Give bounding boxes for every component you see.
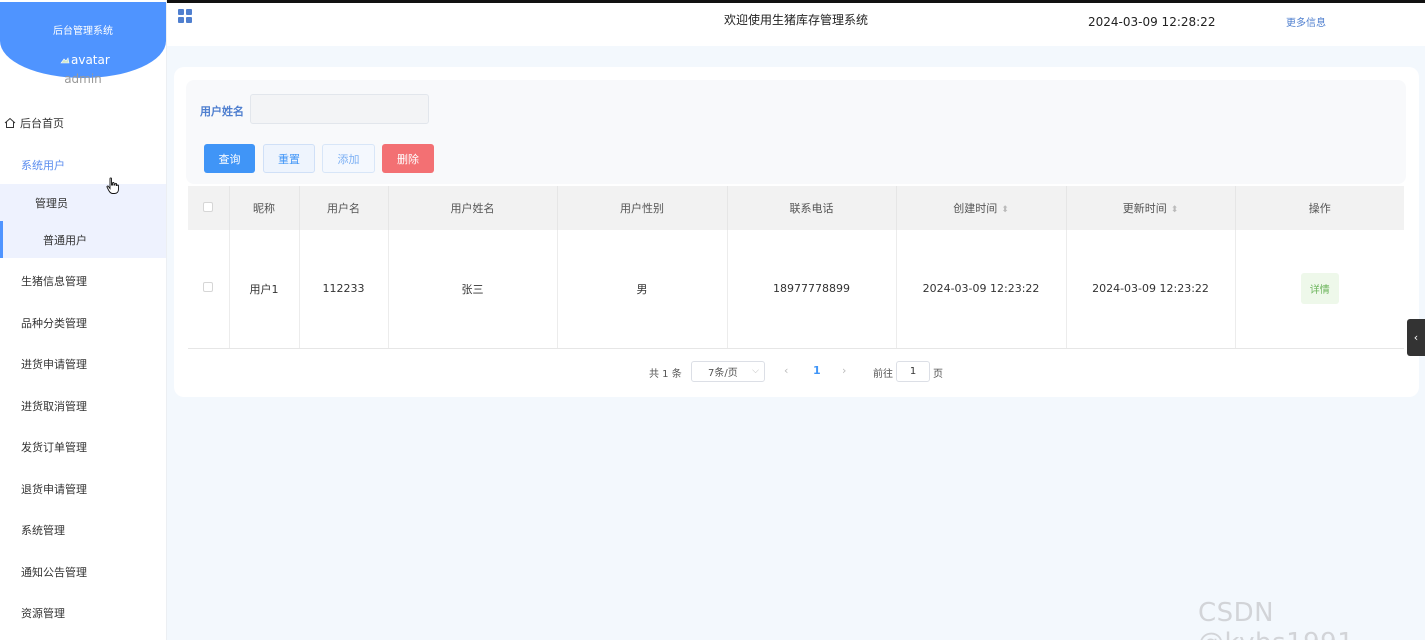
sidebar-item-home-label: 后台首页 bbox=[20, 117, 64, 130]
home-icon bbox=[4, 117, 16, 128]
pagination-total: 共 1 条 bbox=[649, 369, 682, 380]
chevron-down-icon: ⌵ bbox=[752, 366, 759, 376]
sidebar-item-breed-category[interactable]: 品种分类管理 bbox=[21, 315, 87, 331]
sidebar-item-admin-label: 管理员 bbox=[35, 196, 68, 210]
select-all-checkbox[interactable] bbox=[203, 201, 214, 212]
column-header-gender: 用户性别 bbox=[557, 186, 728, 230]
page-size-value: 7条/页 bbox=[708, 368, 738, 379]
sidebar-item-normal-users[interactable]: 普通用户 bbox=[0, 221, 166, 258]
system-title: 后台管理系统 bbox=[53, 26, 113, 37]
page-title: 欢迎使用生猪库存管理系统 bbox=[724, 13, 869, 27]
more-info-link[interactable]: 更多信息 bbox=[1286, 14, 1326, 29]
sidebar-item-admin[interactable]: 管理员 bbox=[0, 184, 166, 221]
table-header-row: 昵称 用户名 用户姓名 用户性别 联系电话 创建时间 ⬍ 更新时间 ⬍ 操作 bbox=[188, 186, 1404, 230]
cell-realname: 张三 bbox=[388, 230, 558, 349]
sidebar-item-purchase-request[interactable]: 进货申请管理 bbox=[21, 356, 87, 372]
cell-created: 2024-03-09 12:23:22 bbox=[896, 230, 1067, 349]
sidebar-item-purchase-cancel[interactable]: 进货取消管理 bbox=[21, 398, 87, 414]
delete-button[interactable]: 删除 bbox=[382, 144, 434, 173]
avatar[interactable]: avatar bbox=[60, 53, 110, 67]
goto-page-input[interactable]: 1 bbox=[896, 361, 930, 382]
cell-nickname: 用户1 bbox=[229, 230, 300, 349]
avatar-alt-text: avatar bbox=[71, 53, 110, 67]
sidebar-item-pig-info[interactable]: 生猪信息管理 bbox=[21, 273, 87, 289]
sidebar-item-system-users[interactable]: 系统用户 bbox=[21, 157, 65, 173]
prev-page-button[interactable]: ‹ bbox=[784, 364, 788, 377]
column-header-nickname: 昵称 bbox=[229, 186, 300, 230]
sidebar-item-system-management[interactable]: 系统管理 bbox=[21, 522, 65, 538]
column-header-updated-label: 更新时间 bbox=[1122, 202, 1167, 215]
cell-actions: 详情 bbox=[1235, 230, 1404, 349]
sidebar-header: 后台管理系统 avatar admin bbox=[0, 2, 166, 86]
table-row: 用户1 112233 张三 男 18977778899 2024-03-09 1… bbox=[188, 230, 1404, 349]
column-header-phone: 联系电话 bbox=[727, 186, 897, 230]
detail-button[interactable]: 详情 bbox=[1300, 273, 1339, 305]
query-button[interactable]: 查询 bbox=[204, 144, 255, 173]
broken-image-icon bbox=[60, 57, 70, 64]
sort-icon[interactable]: ⬍ bbox=[1001, 205, 1009, 215]
sidebar: 后台管理系统 avatar admin 后台首页 系统用户 管理员 普通用户 生… bbox=[0, 0, 167, 640]
reset-button[interactable]: 重置 bbox=[263, 144, 315, 173]
chevron-left-icon: ‹ bbox=[1413, 331, 1419, 344]
sidebar-item-resources[interactable]: 资源管理 bbox=[21, 605, 65, 621]
select-all-cell bbox=[188, 186, 230, 230]
cell-username: 112233 bbox=[299, 230, 389, 349]
sidebar-item-home[interactable]: 后台首页 bbox=[4, 115, 64, 131]
sidebar-item-shipping-orders[interactable]: 发货订单管理 bbox=[21, 439, 87, 455]
sort-icon[interactable]: ⬍ bbox=[1171, 205, 1179, 215]
hand-cursor-icon bbox=[106, 177, 119, 194]
column-header-realname: 用户姓名 bbox=[388, 186, 558, 230]
goto-prefix: 前往 bbox=[873, 369, 893, 380]
grid-menu-icon[interactable] bbox=[177, 8, 193, 24]
cell-gender: 男 bbox=[557, 230, 728, 349]
cell-phone: 18977778899 bbox=[727, 230, 897, 349]
column-header-created-label: 创建时间 bbox=[953, 202, 998, 215]
row-checkbox[interactable] bbox=[203, 282, 214, 293]
watermark: CSDN @kybs1991 bbox=[1198, 598, 1354, 640]
column-header-username: 用户名 bbox=[299, 186, 389, 230]
admin-username: admin bbox=[64, 72, 102, 86]
column-header-updated[interactable]: 更新时间 ⬍ bbox=[1066, 186, 1236, 230]
column-header-created[interactable]: 创建时间 ⬍ bbox=[896, 186, 1067, 230]
users-table: 昵称 用户名 用户姓名 用户性别 联系电话 创建时间 ⬍ 更新时间 ⬍ 操作 用户1… bbox=[188, 186, 1404, 349]
column-header-actions: 操作 bbox=[1235, 186, 1404, 230]
current-datetime: 2024-03-09 12:28:22 bbox=[1088, 15, 1216, 29]
sidebar-item-announcements[interactable]: 通知公告管理 bbox=[21, 564, 87, 580]
next-page-button[interactable]: › bbox=[842, 364, 846, 377]
sidebar-item-normal-users-label: 普通用户 bbox=[43, 233, 87, 247]
add-button[interactable]: 添加 bbox=[322, 144, 375, 173]
top-bar: 欢迎使用生猪库存管理系统 2024-03-09 12:28:22 更多信息 bbox=[167, 0, 1425, 46]
current-page-number[interactable]: 1 bbox=[813, 364, 821, 377]
cell-updated: 2024-03-09 12:23:22 bbox=[1066, 230, 1236, 349]
collapse-panel-button[interactable]: ‹ bbox=[1407, 319, 1425, 356]
row-select-cell bbox=[188, 230, 230, 349]
sidebar-item-return-requests[interactable]: 退货申请管理 bbox=[21, 481, 87, 497]
goto-suffix: 页 bbox=[933, 369, 943, 380]
search-label: 用户姓名 bbox=[200, 105, 244, 118]
page-size-select[interactable]: 7条/页 ⌵ bbox=[691, 361, 765, 382]
realname-search-input[interactable] bbox=[250, 94, 429, 124]
